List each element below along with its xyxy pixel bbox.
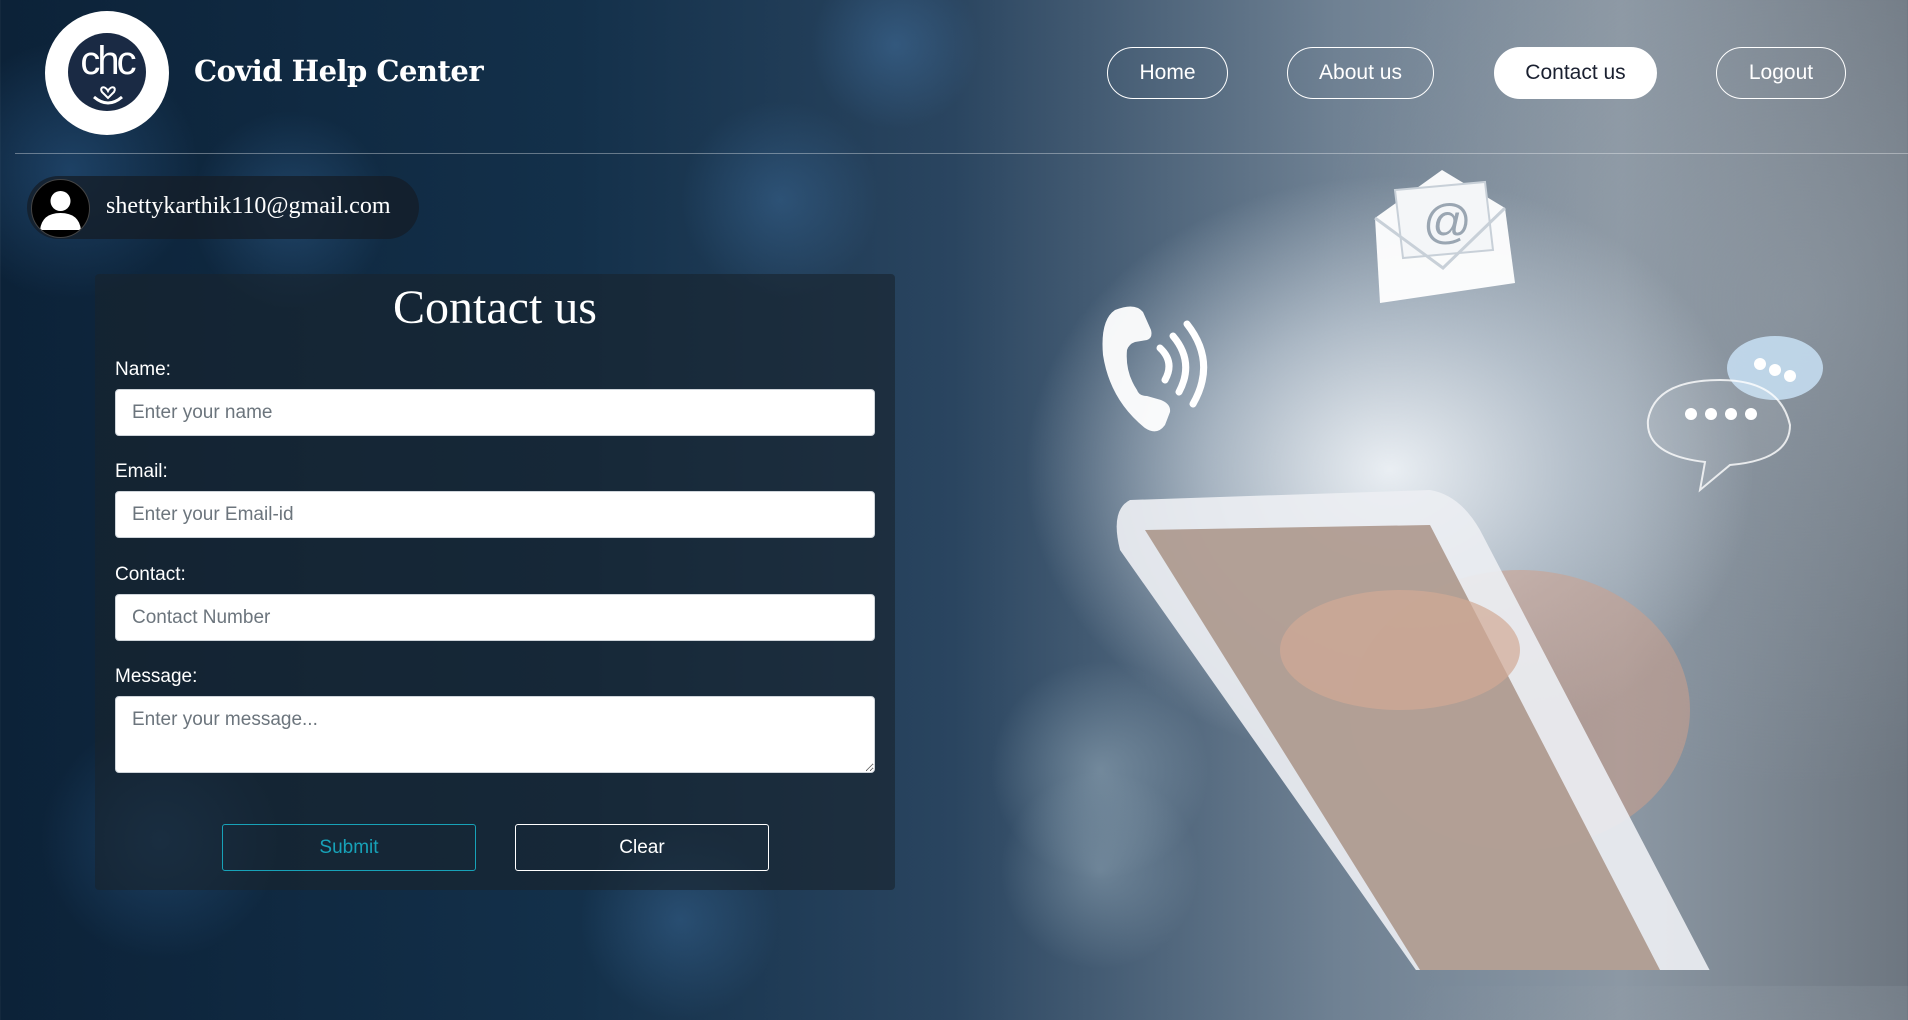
- logo-text: chc: [80, 39, 136, 83]
- submit-button[interactable]: Submit: [222, 824, 476, 871]
- site-logo[interactable]: chc: [45, 11, 169, 135]
- svg-text:@: @: [1423, 196, 1472, 249]
- nav-home[interactable]: Home: [1107, 47, 1228, 99]
- nav-contact-us[interactable]: Contact us: [1494, 47, 1657, 99]
- nav-about-us[interactable]: About us: [1287, 47, 1434, 99]
- contact-label: Contact:: [115, 564, 186, 585]
- nav-logout[interactable]: Logout: [1716, 47, 1846, 99]
- message-label: Message:: [115, 666, 198, 687]
- form-title: Contact us: [393, 281, 597, 334]
- email-label: Email:: [115, 461, 168, 482]
- phone-call-icon: [1102, 306, 1208, 432]
- name-input[interactable]: [115, 389, 875, 436]
- logo-mark: chc: [68, 33, 146, 111]
- site-header: chc Covid Help Center Home About us Cont…: [0, 0, 1908, 154]
- heart-hand-icon: [93, 86, 123, 105]
- contact-form: Contact us Name: Email: Contact: Message…: [95, 274, 895, 890]
- email-envelope-icon: @: [1374, 170, 1515, 303]
- name-label: Name:: [115, 359, 171, 380]
- header-divider: [15, 153, 1908, 154]
- user-badge: shettykarthik110@gmail.com: [27, 176, 419, 239]
- chat-bubble-icon: [1646, 336, 1823, 493]
- email-input[interactable]: [115, 491, 875, 538]
- message-textarea[interactable]: [115, 696, 875, 773]
- user-email: shettykarthik110@gmail.com: [106, 193, 391, 219]
- site-title: Covid Help Center: [194, 54, 484, 88]
- contact-input[interactable]: [115, 594, 875, 641]
- smartphone-hand-icon: [1116, 490, 1710, 970]
- clear-button[interactable]: Clear: [515, 824, 769, 871]
- user-silhouette-icon: [40, 191, 81, 230]
- avatar[interactable]: [31, 179, 90, 238]
